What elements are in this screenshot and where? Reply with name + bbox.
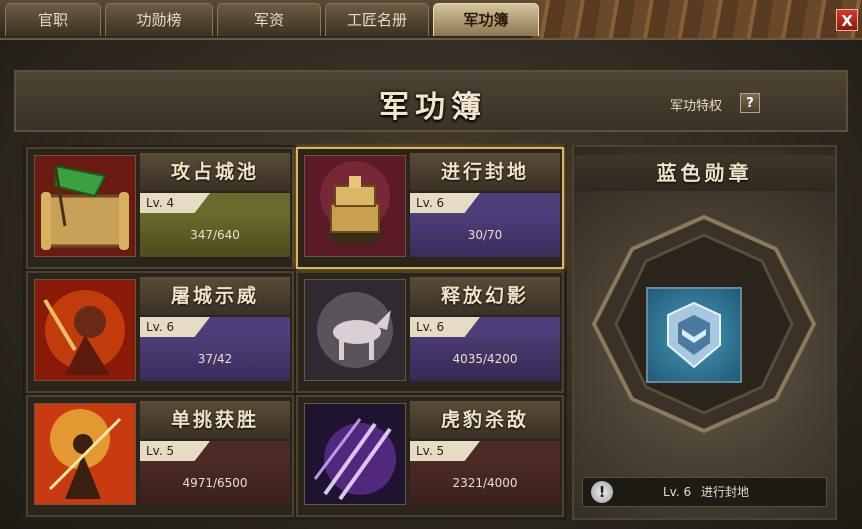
- achievement-name: 单挑获胜: [140, 401, 290, 439]
- tab-jungongbu[interactable]: 军功簿: [433, 3, 539, 36]
- header-banner: 军功簿: [14, 70, 848, 132]
- level-box: Lv. 5 2321/4000: [410, 441, 560, 507]
- achievement-card-massacre[interactable]: 屠城示威 Lv. 6 37/42: [26, 271, 294, 393]
- medal-requirement: Lv. 6 进行封地: [663, 478, 749, 506]
- privilege-label[interactable]: 军功特权: [670, 95, 722, 114]
- level-box: Lv. 5 4971/6500: [140, 441, 290, 507]
- progress-value: 4971/6500: [140, 461, 290, 505]
- achievement-name: 攻占城池: [140, 153, 290, 191]
- treasure-box-icon: [304, 155, 406, 257]
- level-box: Lv. 4 347/640: [140, 193, 290, 259]
- achievement-card-tiger-kill[interactable]: 虎豹杀敌 Lv. 5 2321/4000: [296, 395, 564, 517]
- warrior-fire-icon: [34, 279, 136, 381]
- page-title: 军功簿: [379, 90, 487, 125]
- scroll-flag-icon: [34, 155, 136, 257]
- scenery-background: [532, 0, 862, 38]
- tab-junzi[interactable]: 军资: [217, 3, 321, 36]
- progress-value: 2321/4000: [410, 461, 560, 505]
- level-box: Lv. 6 37/42: [140, 317, 290, 383]
- achievement-card-phantom[interactable]: 释放幻影 Lv. 6 4035/4200: [296, 271, 564, 393]
- achievement-name: 虎豹杀敌: [410, 401, 560, 439]
- warning-icon: !: [591, 481, 613, 503]
- medal-title: 蓝色勋章: [574, 155, 835, 191]
- blue-medal-icon: [646, 287, 742, 383]
- achievement-card-enfeoff[interactable]: 进行封地 Lv. 6 30/70: [296, 147, 564, 269]
- medal-panel: 蓝色勋章 ! Lv. 6 进行封地: [572, 145, 837, 520]
- achievement-name: 释放幻影: [410, 277, 560, 315]
- close-button[interactable]: X: [836, 9, 858, 31]
- spear-warrior-icon: [34, 403, 136, 505]
- achievement-card-duel[interactable]: 单挑获胜 Lv. 5 4971/6500: [26, 395, 294, 517]
- purple-spears-icon: [304, 403, 406, 505]
- tab-guanzhi[interactable]: 官职: [5, 3, 101, 36]
- progress-value: 347/640: [140, 213, 290, 257]
- achievement-grid: 攻占城池 Lv. 4 347/640 进行封地 Lv. 6 30/70 屠城示威…: [22, 145, 567, 520]
- level-box: Lv. 6 4035/4200: [410, 317, 560, 383]
- help-button[interactable]: ?: [740, 93, 760, 113]
- progress-value: 37/42: [140, 337, 290, 381]
- achievement-name: 进行封地: [410, 153, 560, 191]
- tab-gongjiang[interactable]: 工匠名册: [325, 3, 429, 36]
- tab-bar: 官职 功勋榜 军资 工匠名册 军功簿 X: [0, 0, 862, 38]
- tab-gongxunbang[interactable]: 功勋榜: [105, 3, 213, 36]
- level-box: Lv. 6 30/70: [410, 193, 560, 259]
- medal-footer: ! Lv. 6 进行封地: [582, 477, 827, 507]
- progress-value: 30/70: [410, 213, 560, 257]
- phantom-horse-icon: [304, 279, 406, 381]
- requirement-text: 进行封地: [700, 485, 749, 499]
- achievement-card-capture-city[interactable]: 攻占城池 Lv. 4 347/640: [26, 147, 294, 269]
- requirement-level: Lv. 6: [663, 485, 692, 499]
- progress-value: 4035/4200: [410, 337, 560, 381]
- achievement-name: 屠城示威: [140, 277, 290, 315]
